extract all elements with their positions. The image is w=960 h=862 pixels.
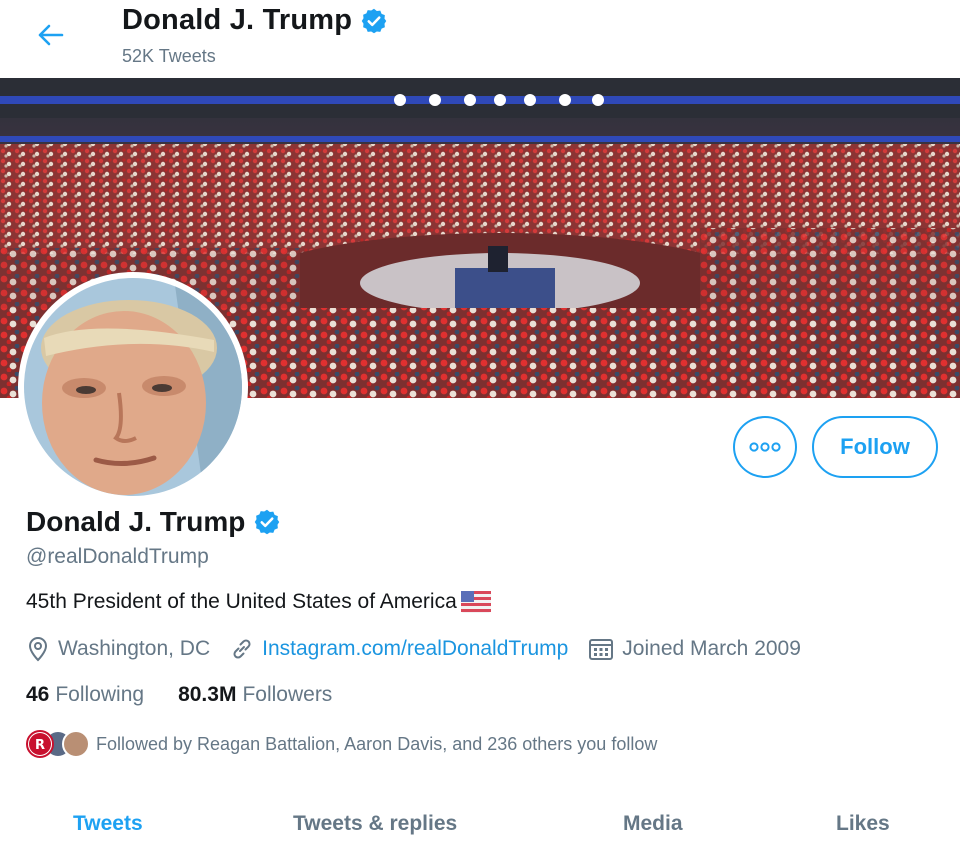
followed-by-row[interactable]: R Followed by Reagan Battalion, Aaron Da… [26, 730, 657, 758]
followed-by-avatars: R [26, 730, 90, 758]
verified-badge-icon [361, 8, 387, 33]
followed-by-text: Followed by Reagan Battalion, Aaron Davi… [96, 733, 658, 754]
avatar [62, 730, 90, 758]
more-options-button[interactable] [733, 416, 797, 478]
link-icon [233, 639, 251, 659]
follow-stats: 46 Following 80.3M Followers [26, 683, 332, 707]
follow-button[interactable]: Follow [812, 416, 938, 478]
following-link[interactable]: 46 Following [26, 683, 144, 707]
header-title: Donald J. Trump [122, 4, 388, 37]
profile-name: Donald J. Trump [26, 506, 246, 537]
arrow-left-icon [38, 24, 64, 46]
profile-avatar[interactable] [18, 272, 248, 502]
website-item: Instagram.com/realDonaldTrump [230, 637, 568, 661]
location-pin-icon [28, 636, 48, 662]
calendar-icon [589, 639, 614, 660]
location-text: Washington, DC [58, 637, 211, 660]
followers-label: Followers [242, 683, 333, 706]
us-flag-icon [460, 591, 491, 613]
verified-badge-icon [255, 509, 280, 535]
svg-text:R: R [35, 738, 45, 753]
profile-header-bar: Donald J. Trump 52K Tweets [0, 0, 960, 78]
profile-meta: Washington, DC Instagram.com/realDonaldT… [26, 636, 821, 662]
tab-tweets-replies[interactable]: Tweets & replies [293, 812, 457, 836]
following-count: 46 [26, 683, 50, 706]
joined-text: Joined March 2009 [622, 637, 801, 660]
bio-text: 45th President of the United States of A… [26, 590, 457, 613]
tab-tweets[interactable]: Tweets [73, 812, 143, 836]
header-tweet-count: 52K Tweets [122, 46, 216, 66]
tab-media[interactable]: Media [623, 812, 683, 836]
back-button[interactable] [30, 18, 70, 52]
profile-tabs: Tweets Tweets & replies Media Likes [0, 800, 960, 862]
joined-item: Joined March 2009 [588, 637, 801, 661]
location-item: Washington, DC [26, 636, 210, 662]
avatar: R [26, 730, 54, 758]
header-name: Donald J. Trump [122, 4, 353, 36]
avatar-image [24, 278, 242, 496]
profile-bio: 45th President of the United States of A… [26, 590, 491, 614]
followers-link[interactable]: 80.3M Followers [178, 683, 332, 707]
profile-name-row: Donald J. Trump [26, 506, 281, 538]
website-link[interactable]: Instagram.com/realDonaldTrump [262, 637, 568, 661]
more-dots-icon [749, 442, 781, 452]
tab-likes[interactable]: Likes [836, 812, 890, 836]
following-label: Following [55, 683, 145, 706]
profile-handle: @realDonaldTrump [26, 545, 209, 568]
followers-count: 80.3M [178, 683, 237, 706]
